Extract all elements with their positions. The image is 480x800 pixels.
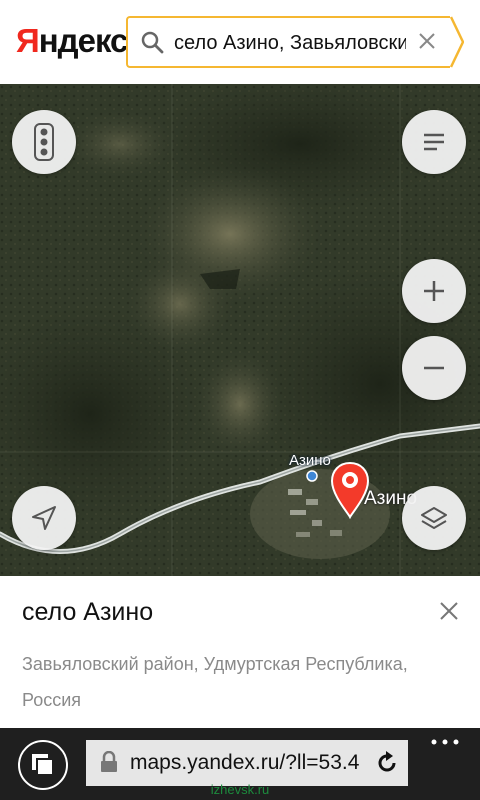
search-arrow-edge: [450, 16, 464, 68]
layers-button[interactable]: [402, 486, 466, 550]
menu-button[interactable]: [402, 110, 466, 174]
place-address: Завьяловский район, Удмуртская Республик…: [22, 654, 408, 710]
layers-icon: [421, 507, 447, 529]
minus-icon: [424, 366, 444, 370]
plus-icon: [424, 281, 444, 301]
more-dots-icon[interactable]: [430, 738, 460, 746]
logo-first-letter: Я: [16, 22, 40, 59]
search-icon[interactable]: [140, 30, 164, 54]
location-marker-icon[interactable]: [330, 461, 370, 519]
tabs-icon: [32, 754, 54, 776]
logo-rest: ндекс: [38, 22, 129, 59]
close-icon[interactable]: [416, 30, 438, 52]
watermark: izhevsk.ru: [210, 782, 270, 797]
traffic-light-icon: [34, 123, 54, 161]
app-header: Яндекс село Азино, Завьяловский район, У…: [0, 0, 480, 84]
place-title: село Азино: [22, 598, 154, 626]
locate-button[interactable]: [12, 486, 76, 550]
yandex-logo[interactable]: Яндекс: [16, 22, 129, 60]
search-input[interactable]: село Азино, Завьяловский район, Удмуртск…: [174, 29, 406, 57]
map-view[interactable]: Азино Азино: [0, 84, 480, 576]
zoom-out-button[interactable]: [402, 336, 466, 400]
village-label-small: Азино: [289, 452, 331, 469]
refresh-icon[interactable]: [374, 750, 400, 776]
traffic-button[interactable]: [12, 110, 76, 174]
url-text[interactable]: maps.yandex.ru/?ll=53.4: [130, 749, 370, 777]
zoom-in-button[interactable]: [402, 259, 466, 323]
close-icon[interactable]: [438, 600, 460, 622]
search-field[interactable]: село Азино, Завьяловский район, Удмуртск…: [126, 16, 452, 68]
location-arrow-icon: [32, 506, 56, 530]
menu-icon: [424, 133, 444, 151]
place-card[interactable]: село Азино Завьяловский район, Удмуртска…: [0, 576, 480, 728]
address-bar[interactable]: maps.yandex.ru/?ll=53.4: [86, 740, 408, 786]
lock-icon: [101, 751, 117, 772]
